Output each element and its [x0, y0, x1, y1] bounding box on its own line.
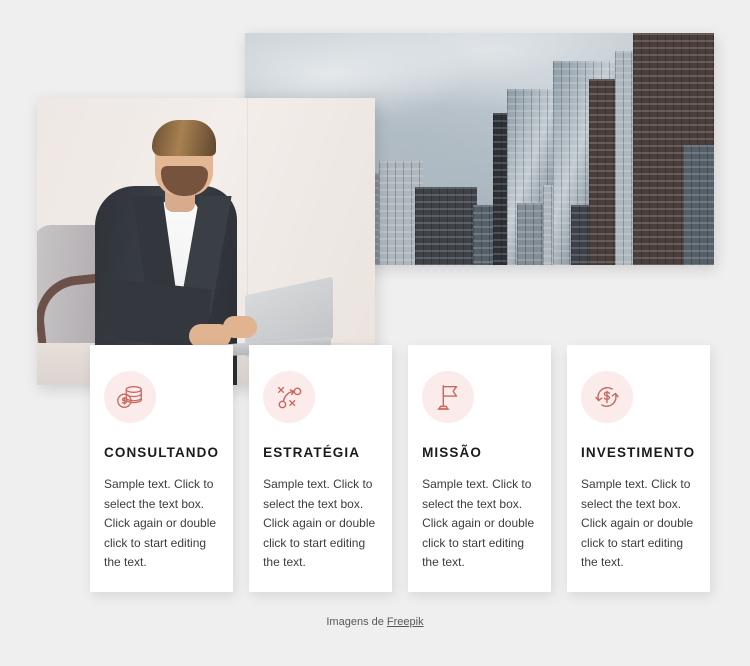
money-cycle-icon: [581, 371, 634, 423]
card-title: MISSÃO: [422, 445, 482, 460]
card-description: Sample text. Click to select the text bo…: [422, 477, 535, 570]
building: [517, 203, 545, 265]
card-title: ESTRATÉGIA: [263, 445, 361, 460]
businessman-laptop-photo: [37, 98, 375, 385]
credit-prefix: Imagens de: [326, 616, 387, 628]
card-title: INVESTIMENTO: [581, 445, 696, 460]
page-canvas: CONSULTANDO Sample text. Click to select…: [0, 0, 750, 666]
card-title: CONSULTANDO: [104, 445, 220, 460]
person-hand-right: [223, 316, 257, 338]
building: [415, 187, 477, 265]
freepik-link[interactable]: Freepik: [387, 616, 424, 628]
feature-card-estrategia[interactable]: ESTRATÉGIA Sample text. Click to select …: [249, 345, 393, 592]
card-description: Sample text. Click to select the text bo…: [581, 477, 694, 570]
feature-card-investimento[interactable]: INVESTIMENTO Sample text. Click to selec…: [567, 345, 710, 592]
card-description: Sample text. Click to select the text bo…: [263, 477, 376, 570]
person-hair: [152, 120, 216, 156]
feature-card-consultando[interactable]: CONSULTANDO Sample text. Click to select…: [90, 345, 234, 592]
feature-card-list: CONSULTANDO Sample text. Click to select…: [90, 345, 710, 592]
building: [683, 145, 714, 265]
card-description: Sample text. Click to select the text bo…: [104, 477, 217, 570]
image-credit: Imagens de Freepik: [0, 616, 750, 628]
feature-card-missao[interactable]: MISSÃO Sample text. Click to select the …: [408, 345, 552, 592]
coins-stack-icon: [104, 371, 156, 423]
strategy-playbook-icon: [263, 371, 316, 423]
flag-icon: [422, 371, 475, 423]
